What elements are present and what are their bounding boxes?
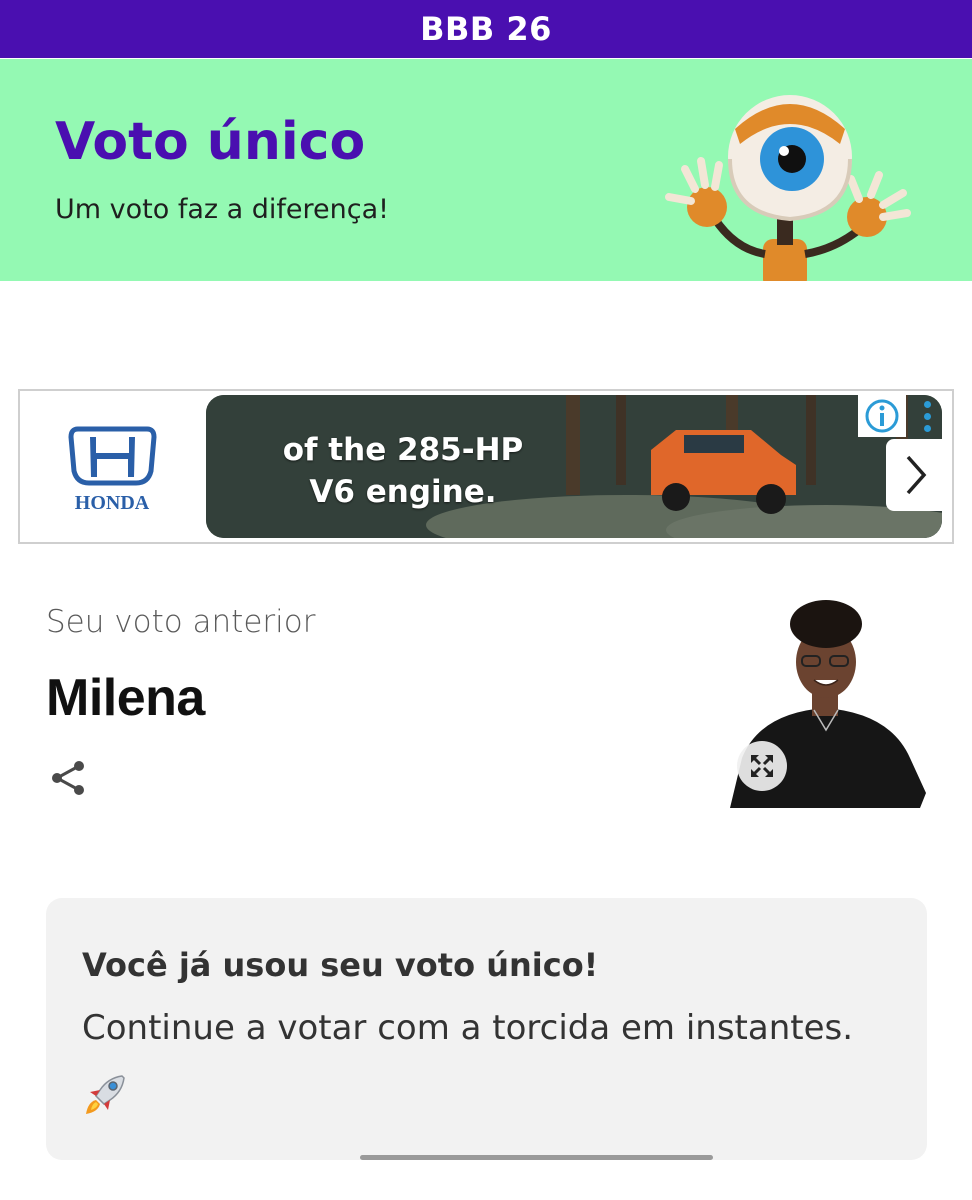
page-title: Voto único xyxy=(55,112,366,172)
rocket-icon xyxy=(86,1075,125,1114)
previous-vote-name: Milena xyxy=(46,669,205,727)
ad-headline-line2: V6 engine. xyxy=(309,474,497,510)
expand-photo-button[interactable] xyxy=(737,741,787,791)
chevron-right-icon xyxy=(906,455,927,495)
previous-vote-label: Seu voto anterior xyxy=(46,604,316,640)
info-icon xyxy=(865,399,899,433)
hero-banner: Voto único Um voto faz a diferença! xyxy=(0,59,972,281)
vote-used-notice: Você já usou seu voto único! Continue a … xyxy=(46,898,927,1160)
mascot-eye-icon xyxy=(665,95,911,281)
app-title: BBB 26 xyxy=(420,10,552,48)
page-subtitle: Um voto faz a diferença! xyxy=(55,194,389,225)
ad-headline: of the 285-HP V6 engine. xyxy=(278,429,528,513)
share-icon xyxy=(52,761,84,795)
share-button[interactable] xyxy=(46,756,90,800)
notice-message: Continue a votar com a torcida em instan… xyxy=(82,1008,854,1048)
ad-info-button[interactable] xyxy=(858,395,906,437)
ad-next-button[interactable] xyxy=(886,439,944,511)
ad-banner[interactable]: HONDA of the 285-HP V6 engine. xyxy=(18,389,954,544)
svg-text:HONDA: HONDA xyxy=(75,492,150,514)
more-vert-icon[interactable] xyxy=(912,395,942,437)
ad-headline-line1: of the 285-HP xyxy=(282,432,524,468)
ad-image[interactable]: of the 285-HP V6 engine. xyxy=(206,395,942,538)
expand-icon xyxy=(751,755,773,777)
notice-title: Você já usou seu voto único! xyxy=(82,946,599,984)
honda-logo-icon: HONDA xyxy=(68,426,157,514)
top-bar: BBB 26 xyxy=(0,0,972,58)
home-indicator xyxy=(360,1155,713,1160)
